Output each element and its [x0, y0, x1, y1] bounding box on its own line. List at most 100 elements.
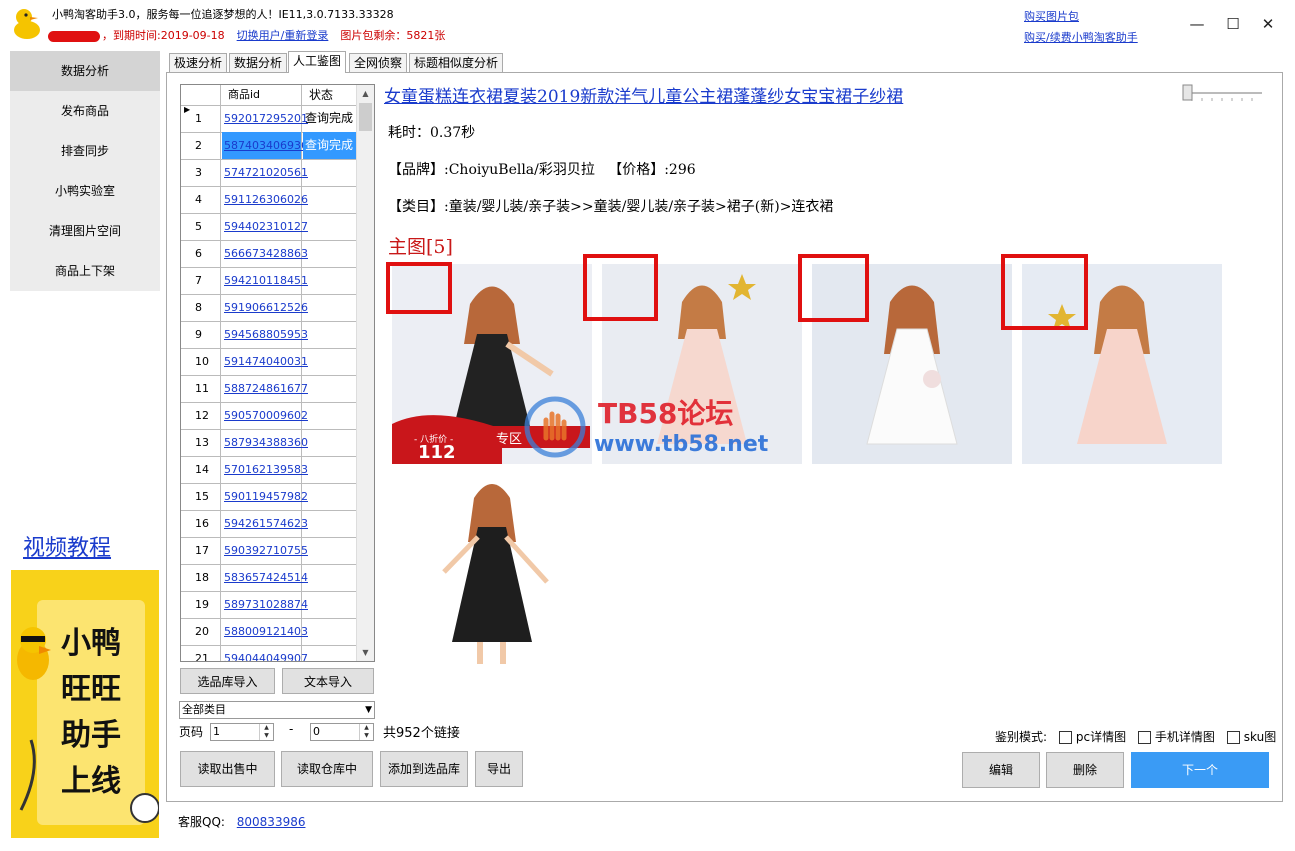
product-id-link[interactable]: 588009121403: [222, 618, 308, 645]
row-status: [303, 240, 356, 267]
tab-manual-check[interactable]: 人工鉴图: [288, 51, 347, 73]
table-row[interactable]: 1 592017295201 查询完成 ▶: [181, 105, 356, 133]
table-row[interactable]: 6 566673428863: [181, 240, 356, 268]
page-from-input[interactable]: 1 ▲ ▼: [210, 723, 274, 741]
row-status: [303, 321, 356, 348]
table-row[interactable]: 5 594402310127: [181, 213, 356, 241]
product-id-link[interactable]: 588724861677: [222, 375, 308, 402]
product-id-link[interactable]: 592017295201: [222, 105, 308, 132]
table-row[interactable]: 7 594210118451: [181, 267, 356, 295]
buy-pic-pack-link[interactable]: 购买图片包: [1024, 8, 1079, 24]
tab-data-analysis[interactable]: 数据分析: [229, 53, 288, 72]
product-id-link[interactable]: 594568805953: [222, 321, 308, 348]
product-id-link[interactable]: 570162139583: [222, 456, 308, 483]
sidebar-item-sync[interactable]: 排查同步: [10, 131, 160, 171]
mobile-detail-checkbox[interactable]: [1137, 731, 1151, 744]
table-row[interactable]: 20 588009121403: [181, 618, 356, 646]
sidebar-item-shelf[interactable]: 商品上下架: [10, 251, 160, 291]
table-header: 商品id 状态: [181, 85, 356, 106]
add-to-lib-button[interactable]: 添加到选品库: [380, 751, 468, 787]
table-row[interactable]: 17 590392710755: [181, 537, 356, 565]
product-id-link[interactable]: 590392710755: [222, 537, 308, 564]
table-row[interactable]: 14 570162139583: [181, 456, 356, 484]
product-id-link[interactable]: 589731028874: [222, 591, 308, 618]
delete-button[interactable]: 删除: [1046, 752, 1124, 788]
table-row[interactable]: 10 591474040031: [181, 348, 356, 376]
table-row[interactable]: 16 594261574623: [181, 510, 356, 538]
table-row[interactable]: 11 588724861677: [181, 375, 356, 403]
product-id-link[interactable]: 591126306026: [222, 186, 308, 213]
logo-mark-box-2: [583, 254, 658, 321]
sidebar-item-lab[interactable]: 小鸭实验室: [10, 171, 160, 211]
table-row[interactable]: 9 594568805953: [181, 321, 356, 349]
scroll-down-icon[interactable]: ▼: [357, 644, 374, 661]
product-image-5[interactable]: [422, 472, 562, 672]
product-id-link[interactable]: 594210118451: [222, 267, 308, 294]
page-to-input[interactable]: 0 ▲ ▼: [310, 723, 374, 741]
video-tutorial-link[interactable]: 视频教程: [23, 530, 111, 562]
tab-title-similarity[interactable]: 标题相似度分析: [409, 53, 504, 72]
brand-price: 【品牌】:ChoiyuBella/彩羽贝拉 【价格】:296: [388, 162, 696, 178]
table-row[interactable]: 2 587403406936 查询完成: [181, 132, 356, 160]
sidebar-item-publish[interactable]: 发布商品: [10, 91, 160, 131]
buy-renew-link[interactable]: 购买/续费小鸭淘客助手: [1024, 29, 1138, 45]
product-id-link[interactable]: 591474040031: [222, 348, 308, 375]
product-id-link[interactable]: 587403406936: [222, 132, 308, 159]
product-id-link[interactable]: 574721020561: [222, 159, 308, 186]
minimize-button[interactable]: —: [1187, 14, 1207, 34]
product-id-link[interactable]: 587934388360: [222, 429, 308, 456]
account-line: ，到期时间:2019-09-18 切换用户/重新登录 图片包剩余：5821张: [48, 27, 445, 43]
tab-fast-analysis[interactable]: 极速分析: [169, 53, 228, 72]
product-id-link[interactable]: 583657424514: [222, 564, 308, 591]
product-id-link[interactable]: 590570009602: [222, 402, 308, 429]
read-stock-button[interactable]: 读取仓库中: [281, 751, 373, 787]
watermark-url: www.tb58.net: [594, 432, 769, 457]
stepper-icon[interactable]: ▲ ▼: [259, 724, 273, 740]
maximize-button[interactable]: ☐: [1223, 14, 1243, 34]
table-row[interactable]: 21 594044049907: [181, 645, 356, 661]
product-id-link[interactable]: 590119457982: [222, 483, 308, 510]
stepper-icon[interactable]: ▲ ▼: [359, 724, 373, 740]
close-button[interactable]: ✕: [1258, 14, 1278, 34]
import-lib-button[interactable]: 选品库导入: [180, 668, 275, 694]
pc-detail-checkbox[interactable]: [1058, 731, 1072, 744]
expire-date: ，到期时间:2019-09-18: [102, 29, 225, 42]
table-scrollbar[interactable]: ▲ ▼: [356, 85, 374, 661]
switch-user-link[interactable]: 切换用户/重新登录: [237, 29, 329, 42]
tab-network-scout[interactable]: 全网侦察: [349, 53, 408, 72]
product-id-link[interactable]: 594044049907: [222, 645, 308, 661]
row-number: 16: [181, 510, 221, 537]
table-row[interactable]: 3 574721020561: [181, 159, 356, 187]
table-row[interactable]: 18 583657424514: [181, 564, 356, 592]
support-qq-link[interactable]: 800833986: [237, 815, 306, 829]
table-row[interactable]: 8 591906612526: [181, 294, 356, 322]
product-title-link[interactable]: 女童蛋糕连衣裙夏装2019新款洋气儿童公主裙蓬蓬纱女宝宝裙子纱裙: [384, 82, 903, 107]
product-id-link[interactable]: 566673428863: [222, 240, 308, 267]
read-sale-button[interactable]: 读取出售中: [180, 751, 275, 787]
sku-checkbox[interactable]: [1226, 731, 1240, 744]
table-row[interactable]: 15 590119457982: [181, 483, 356, 511]
export-button[interactable]: 导出: [475, 751, 523, 787]
next-button[interactable]: 下一个: [1131, 752, 1269, 788]
table-row[interactable]: 13 587934388360: [181, 429, 356, 457]
table-row[interactable]: 4 591126306026: [181, 186, 356, 214]
product-id-link[interactable]: 591906612526: [222, 294, 308, 321]
duck-logo-icon: [10, 6, 42, 40]
row-status: 查询完成: [305, 111, 354, 125]
category-select[interactable]: 全部类目 ▼: [179, 701, 375, 719]
row-number: 8: [181, 294, 221, 321]
product-id-link[interactable]: 594261574623: [222, 510, 308, 537]
scroll-up-icon[interactable]: ▲: [357, 85, 374, 102]
table-row[interactable]: 12 590570009602: [181, 402, 356, 430]
elapsed-time: 耗时：0.37秒: [388, 125, 476, 141]
edit-button[interactable]: 编辑: [962, 752, 1040, 788]
sidebar-item-clean-space[interactable]: 清理图片空间: [10, 211, 160, 251]
page-label: 页码: [179, 725, 204, 739]
scroll-thumb[interactable]: [359, 103, 372, 131]
product-id-link[interactable]: 594402310127: [222, 213, 308, 240]
import-text-button[interactable]: 文本导入: [282, 668, 374, 694]
table-row[interactable]: 19 589731028874: [181, 591, 356, 619]
zoom-slider[interactable]: [1182, 84, 1264, 102]
sidebar-item-data-analysis[interactable]: 数据分析: [10, 51, 160, 91]
promo-banner[interactable]: 小鸭 旺旺 助手 上线: [11, 570, 159, 838]
